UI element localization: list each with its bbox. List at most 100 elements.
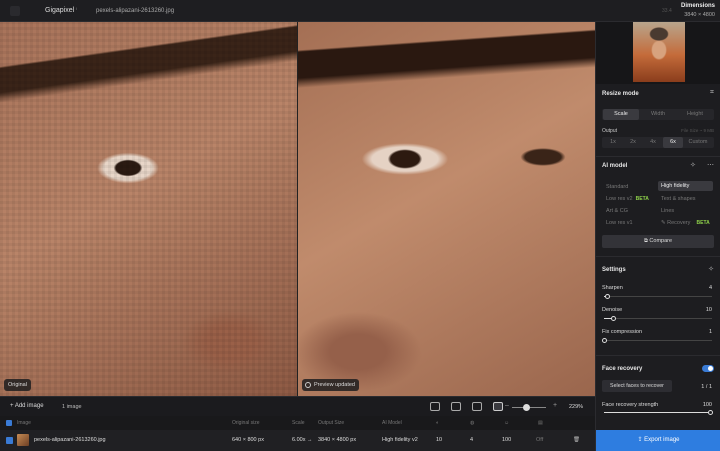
output-label: Output — [602, 128, 618, 134]
divider — [596, 156, 720, 157]
col-original-size: Original size — [232, 420, 260, 426]
crop-icon[interactable]: ⌗ — [710, 89, 714, 97]
select-faces-button[interactable]: Select faces to recover — [602, 380, 672, 392]
col-image: Image — [17, 420, 31, 426]
single-view-icon[interactable] — [451, 402, 461, 411]
tab-scale[interactable]: Scale — [603, 109, 639, 120]
ai-model-title: AI model — [602, 163, 628, 169]
file-name: pexels-alipazani-2613260.jpg — [96, 8, 175, 14]
preview-status-tag: Preview updated — [302, 379, 359, 391]
model-lines[interactable]: Lines — [661, 208, 674, 214]
row-thumbnail — [17, 434, 29, 446]
settings-title: Settings — [602, 267, 626, 273]
model-art-cg[interactable]: Art & CG — [606, 208, 628, 214]
resize-mode-title: Resize mode — [602, 91, 639, 97]
col-sharpen-icon: ◐ — [436, 420, 440, 426]
denoise-label: Denoise — [602, 307, 623, 313]
zoom-in-button[interactable]: + — [553, 402, 557, 409]
row-scale: 6.00x → — [292, 437, 313, 443]
table-header: Image Original size Scale Output Size AI… — [0, 416, 595, 430]
navigator — [596, 22, 720, 84]
navigator-thumbnail[interactable] — [633, 22, 685, 82]
sharpen-slider[interactable] — [604, 296, 712, 297]
dimensions-label: Dimensions — [680, 3, 715, 9]
window-hint: 33.4 — [662, 8, 672, 14]
zoom-out-button[interactable]: – — [505, 402, 509, 409]
settings-panel: Resize mode ⌗ Scale Width Height Output … — [595, 22, 720, 451]
row-sharpen: 10 — [436, 437, 443, 443]
comparison-preview[interactable]: Original Preview updated — [0, 22, 595, 396]
zoom-slider-handle[interactable] — [523, 404, 530, 411]
sparkle-icon[interactable]: ✧ — [690, 161, 696, 169]
denoise-value: 10 — [705, 307, 712, 313]
output-hint: File Size ~ 9 MB — [681, 128, 714, 133]
col-ai-model: AI Model — [382, 420, 402, 426]
face-recovery-title: Face recovery — [602, 366, 643, 372]
image-table: Image Original size Scale Output Size AI… — [0, 416, 595, 451]
col-output-size: Output Size — [318, 420, 345, 426]
tab-height[interactable]: Height — [677, 109, 713, 120]
check-circle-icon — [305, 382, 311, 388]
zoom-value[interactable]: 229% — [569, 404, 583, 410]
fix-compression-label: Fix compression — [602, 329, 643, 335]
col-compression-icon: ▤ — [538, 420, 543, 426]
original-image — [0, 22, 297, 396]
face-strength-handle[interactable] — [708, 410, 713, 415]
row-denoise: 4 — [470, 437, 474, 443]
row-checkbox[interactable] — [6, 437, 13, 444]
face-strength-fill — [604, 412, 710, 413]
app-logo-icon — [10, 6, 20, 16]
row-model: High fidelity v2 — [382, 437, 418, 443]
model-recovery[interactable]: ✎ Recovery BETA — [661, 220, 710, 226]
export-button[interactable]: ⇪ Export image — [596, 430, 720, 451]
app-window: Gigapixel ⁱ pexels-alipazani-2613260.jpg… — [0, 0, 720, 451]
more-icon[interactable]: ⋯ — [707, 161, 714, 169]
model-low-res-v2[interactable]: Low res v2 BETA — [606, 196, 649, 202]
model-low-res-v1[interactable]: Low res v1 — [606, 220, 633, 226]
split-view-icon[interactable] — [472, 402, 482, 411]
model-high-fidelity[interactable]: High fidelity — [658, 181, 713, 191]
scale-custom[interactable]: Custom — [683, 137, 713, 148]
face-strength-label: Face recovery strength — [602, 402, 659, 408]
row-face: 100 — [502, 437, 512, 443]
col-face-icon: ☺ — [504, 420, 510, 426]
scale-4x[interactable]: 4x — [643, 137, 663, 148]
compare-button[interactable]: ⧉ Compare — [602, 235, 714, 248]
face-strength-value: 100 — [702, 402, 712, 408]
preview-status-text: Preview updated — [314, 382, 355, 388]
row-compression: Off — [536, 437, 544, 443]
fix-compression-slider[interactable] — [604, 340, 712, 341]
row-file-name: pexels-alipazani-2613260.jpg — [34, 437, 106, 443]
side-by-side-icon[interactable] — [493, 402, 503, 411]
face-recovery-toggle[interactable] — [702, 365, 714, 372]
faces-count: 1 / 1 — [701, 384, 712, 390]
scale-2x[interactable]: 2x — [623, 137, 643, 148]
table-row[interactable]: pexels-alipazani-2613260.jpg 640 × 800 p… — [0, 430, 595, 451]
info-icon[interactable]: ⁱ — [76, 7, 77, 14]
sharpen-handle[interactable] — [605, 294, 610, 299]
divider — [596, 256, 720, 257]
model-text-shapes[interactable]: Text & shapes — [661, 196, 696, 202]
split-divider[interactable] — [297, 22, 298, 396]
scale-6x[interactable]: 6x — [663, 137, 683, 148]
divider — [596, 355, 720, 356]
select-all-checkbox[interactable] — [6, 420, 12, 426]
denoise-slider[interactable] — [604, 318, 712, 319]
camera-icon[interactable] — [430, 402, 440, 411]
magic-icon[interactable]: ✧ — [708, 265, 714, 273]
row-original-size: 640 × 800 px — [232, 437, 264, 443]
app-name: Gigapixel — [45, 7, 75, 14]
image-count: 1 image — [62, 404, 82, 410]
row-output-size: 3840 × 4800 px — [318, 437, 357, 443]
col-denoise-icon: ◍ — [470, 420, 475, 426]
col-scale: Scale — [292, 420, 305, 426]
denoise-handle[interactable] — [611, 316, 616, 321]
model-standard[interactable]: Standard — [606, 184, 628, 190]
scale-1x[interactable]: 1x — [603, 137, 623, 148]
title-bar: Gigapixel ⁱ pexels-alipazani-2613260.jpg… — [0, 0, 720, 22]
dimensions-value: 3840 × 4800 — [684, 12, 715, 18]
tab-width[interactable]: Width — [640, 109, 676, 120]
fix-compression-handle[interactable] — [602, 338, 607, 343]
add-image-button[interactable]: + Add image — [10, 403, 44, 409]
trash-icon[interactable]: 🗑 — [573, 437, 580, 443]
